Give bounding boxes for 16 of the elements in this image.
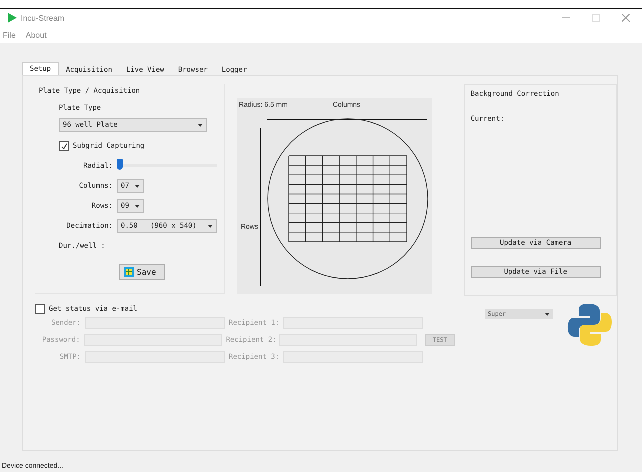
caret-icon <box>545 312 550 316</box>
subgrid-checkbox[interactable] <box>59 141 69 151</box>
save-button[interactable]: Save <box>119 264 165 280</box>
logo-icon <box>567 302 613 348</box>
caret-icon <box>198 124 203 126</box>
close-icon[interactable] <box>622 14 630 22</box>
grid-icon <box>124 267 134 277</box>
menu-item[interactable]: File <box>3 30 16 40</box>
caret-icon <box>135 204 140 208</box>
menu-item[interactable]: About <box>26 30 47 40</box>
maximize-icon[interactable] <box>592 14 600 22</box>
radial-slider[interactable] <box>117 159 123 170</box>
window-title: Incu-Stream <box>21 14 65 22</box>
play-icon <box>8 13 17 23</box>
caret-icon <box>208 224 213 228</box>
caret-icon <box>135 184 140 188</box>
